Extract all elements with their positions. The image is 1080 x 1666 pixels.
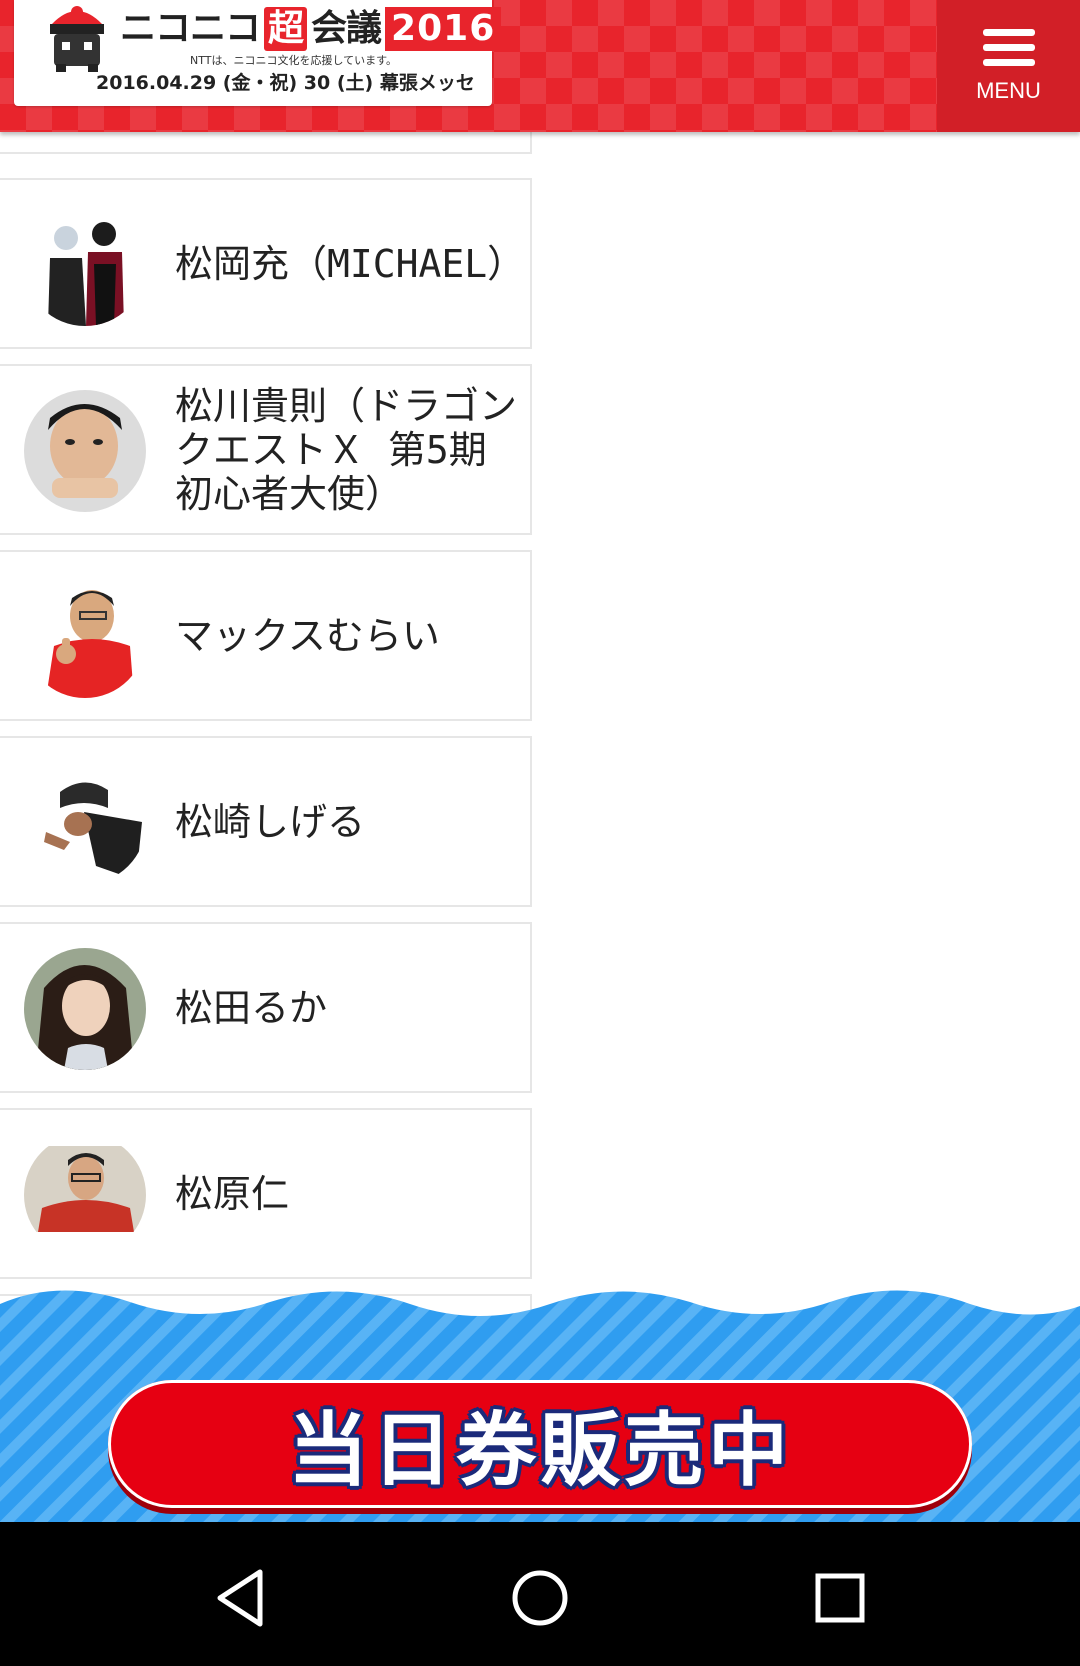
avatar [24, 390, 146, 512]
logo-sponsor: NTTは、ニコニコ文化を応援しています。 [190, 54, 398, 67]
list-item[interactable]: 松原仁 [0, 1108, 532, 1279]
ticket-label: 当日券販売中 [288, 1404, 792, 1497]
avatar [24, 762, 146, 884]
avatar [24, 576, 146, 698]
avatar [24, 948, 146, 1070]
mascot-icon [50, 6, 104, 72]
performer-name: マックスむらい [175, 613, 440, 658]
recents-icon[interactable] [808, 1566, 872, 1630]
hamburger-icon [982, 29, 1035, 66]
list-item[interactable]: 松崎しげる [0, 736, 532, 907]
event-date: 2016.04.29 (金・祝) 30 (土) 幕張メッセ [96, 72, 475, 94]
back-icon[interactable] [208, 1566, 272, 1630]
list-item[interactable]: 松岡充（MICHAEL） [0, 178, 532, 349]
performer-name: 松田るか [175, 985, 328, 1030]
system-nav-bar [0, 1522, 1080, 1666]
logo-title: ニコニコ超会議 2016 [120, 4, 502, 54]
menu-button[interactable]: MENU [937, 0, 1080, 132]
list-item[interactable]: マックスむらい [0, 550, 532, 721]
menu-label: MENU [976, 78, 1041, 103]
home-icon[interactable] [508, 1566, 572, 1630]
avatar [24, 1134, 146, 1256]
performer-name: 松原仁 [175, 1171, 290, 1216]
list-item[interactable]: 松川貴則（ドラゴンクエストＸ 第5期初心者大使） [0, 364, 532, 535]
performer-name: 松岡充（MICHAEL） [175, 241, 526, 286]
performer-name: 松崎しげる [175, 799, 366, 844]
site-header: ニコニコ超会議 2016 NTTは、ニコニコ文化を応援しています。 2016.04… [0, 0, 1080, 132]
same-day-ticket-button[interactable]: 当日券販売中 [108, 1380, 972, 1508]
ticket-banner: 当日券販売中 [0, 1284, 1080, 1522]
performer-name: 松川貴則（ドラゴンクエストＸ 第5期初心者大使） [175, 383, 518, 516]
list-item[interactable]: 松田るか [0, 922, 532, 1093]
avatar [24, 204, 146, 326]
site-logo[interactable]: ニコニコ超会議 2016 NTTは、ニコニコ文化を応援しています。 2016.04… [14, 0, 502, 106]
